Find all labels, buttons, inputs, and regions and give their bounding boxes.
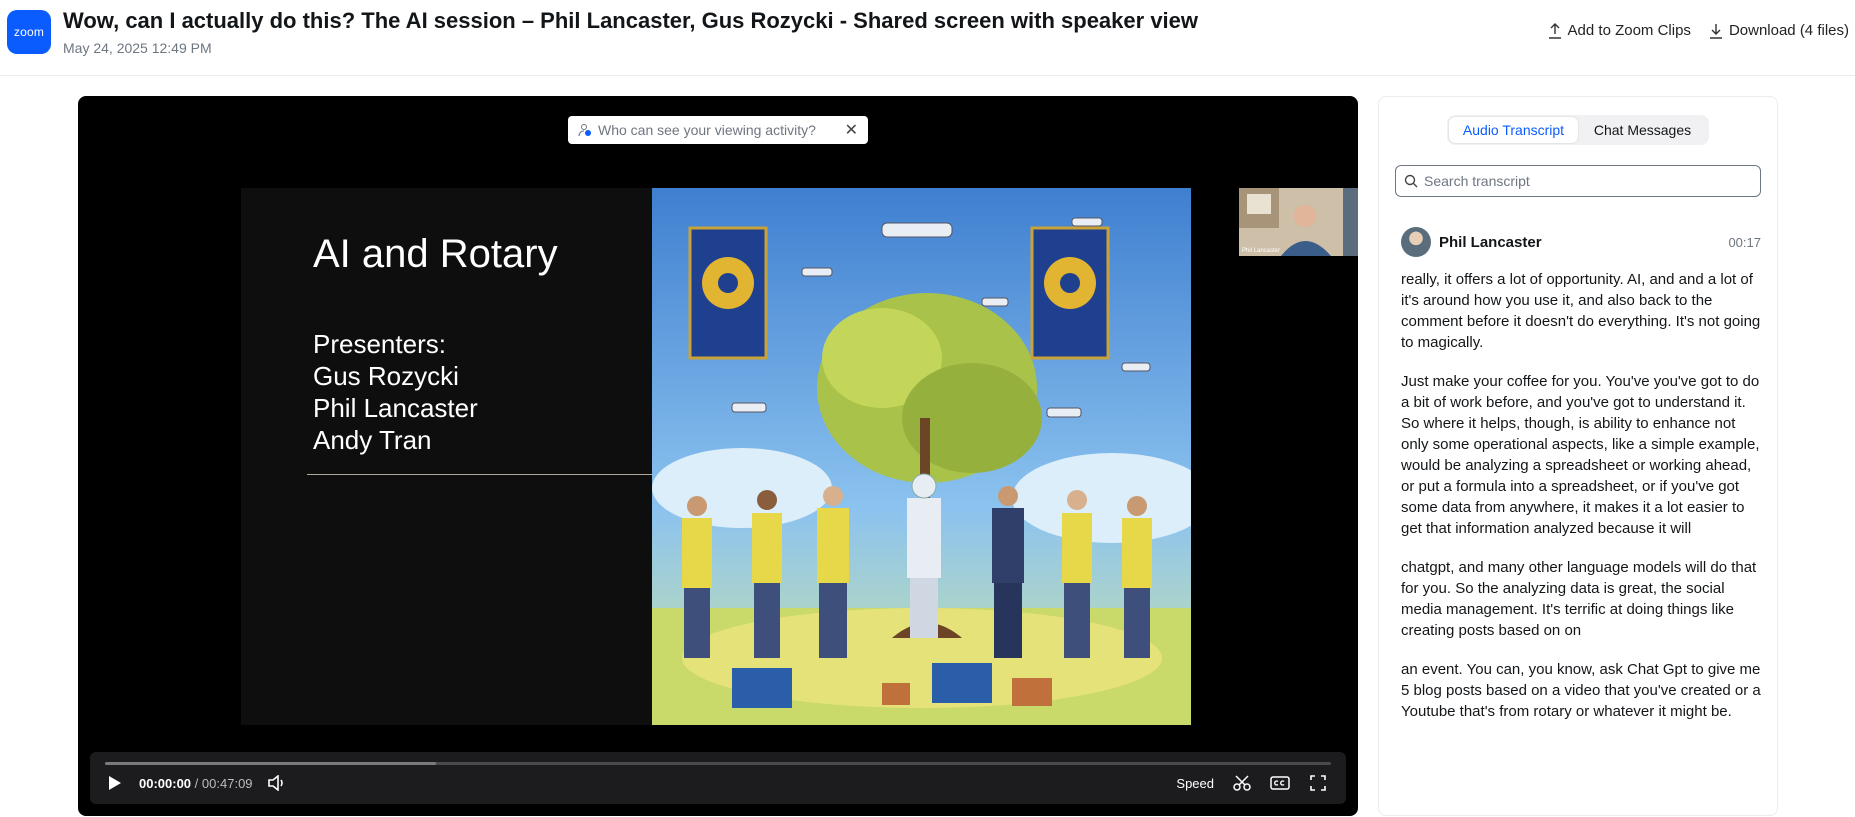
presenters-heading: Presenters: [313,329,446,359]
search-icon [1404,174,1418,188]
play-icon[interactable] [105,774,125,792]
transcript-text: really, it offers a lot of opportunity. … [1401,269,1761,740]
download-button[interactable]: Download (4 files) [1709,22,1849,39]
transcript-entry-header: Phil Lancaster 00:17 [1401,227,1761,257]
transcript-panel: Audio Transcript Chat Messages Phil Lanc… [1378,96,1778,816]
slide-illustration [652,188,1191,725]
avatar [1401,227,1431,257]
seek-bar[interactable] [105,762,1331,765]
speed-button[interactable]: Speed [1176,776,1214,791]
slide-presenters: Presenters: Gus Rozycki Phil Lancaster A… [313,328,478,456]
person-icon [578,124,591,137]
header: zoom Wow, can I actually do this? The AI… [0,0,1855,76]
entry-timestamp[interactable]: 00:17 [1728,235,1761,250]
scissors-icon[interactable] [1232,774,1252,792]
presenter-name: Phil Lancaster [313,393,478,423]
tab-audio-transcript[interactable]: Audio Transcript [1449,117,1578,143]
transcript-paragraph: Just make your coffee for you. You've yo… [1401,373,1760,537]
controls-right: Speed [1176,774,1328,792]
search-input[interactable] [1424,173,1744,189]
buffered-progress [105,762,437,765]
shared-screen-slide: AI and Rotary Presenters: Gus Rozycki Ph… [241,188,1191,725]
add-to-zoom-clips-label: Add to Zoom Clips [1567,22,1691,39]
speaker-video-thumbnail[interactable]: Phil Lancaster [1239,188,1358,256]
transcript-paragraph: an event. You can, you know, ask Chat Gp… [1401,661,1761,720]
fullscreen-icon[interactable] [1308,774,1328,792]
time-display: 00:00:00 / 00:47:09 [139,776,253,791]
duration: 00:47:09 [201,775,253,791]
video-player[interactable]: Who can see your viewing activity? ✕ AI … [78,96,1358,816]
presenter-name: Andy Tran [313,425,432,455]
transcript-paragraph: chatgpt, and many other language models … [1401,559,1757,639]
zoom-logo[interactable]: zoom [7,10,51,54]
recording-title: Wow, can I actually do this? The AI sess… [63,8,1199,33]
speaker-thumbnail-name: Phil Lancaster [1242,248,1281,254]
header-actions: Add to Zoom Clips Download (4 files) [1548,22,1849,39]
transcript-paragraph: really, it offers a lot of opportunity. … [1401,271,1761,351]
viewing-activity-notice[interactable]: Who can see your viewing activity? ✕ [568,116,868,144]
volume-icon[interactable] [267,774,287,792]
player-controls: 00:00:00 / 00:47:09 Speed [90,752,1346,804]
download-icon [1709,23,1722,39]
slide-title: AI and Rotary [313,232,558,276]
recording-date: May 24, 2025 12:49 PM [63,40,212,56]
time-separator: / [194,775,199,791]
current-time: 00:00:00 [139,775,192,791]
controls-left: 00:00:00 / 00:47:09 [105,774,287,792]
upload-icon [1548,22,1561,39]
transcript-search[interactable] [1395,165,1761,197]
panel-tabs: Audio Transcript Chat Messages [1447,115,1709,145]
speaker-name: Phil Lancaster [1439,233,1542,251]
download-label: Download (4 files) [1728,22,1849,39]
viewing-activity-text: Who can see your viewing activity? [598,122,816,138]
add-to-zoom-clips-button[interactable]: Add to Zoom Clips [1548,22,1691,39]
presenter-name: Gus Rozycki [313,361,459,391]
closed-captions-icon[interactable] [1270,774,1290,792]
tab-chat-messages[interactable]: Chat Messages [1578,117,1707,143]
close-icon[interactable]: ✕ [845,120,858,140]
